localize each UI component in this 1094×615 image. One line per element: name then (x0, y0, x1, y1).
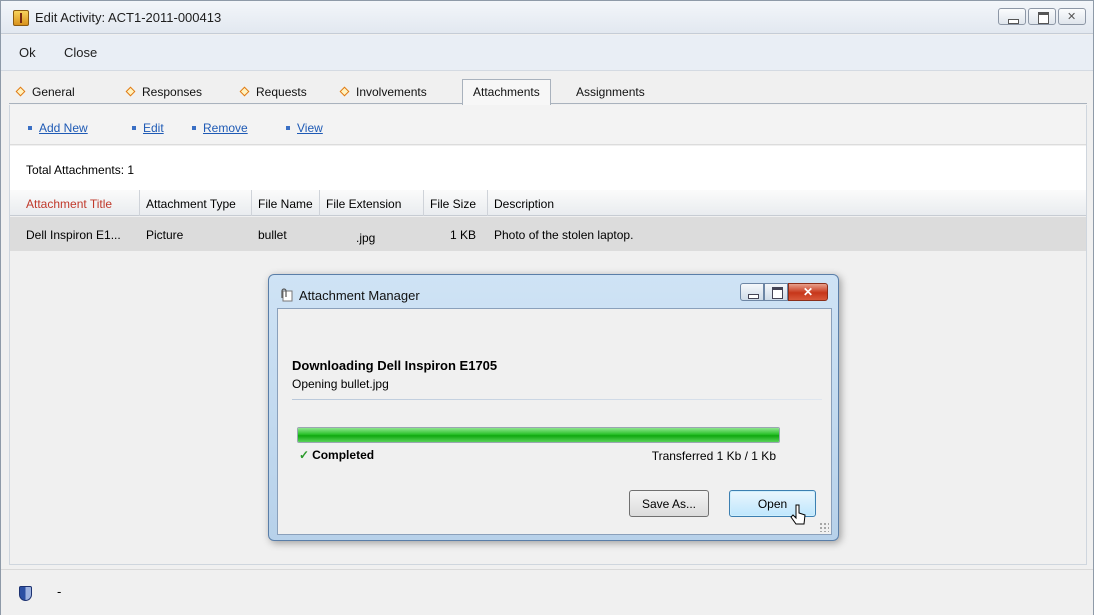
checkmark-icon: ✓ (299, 448, 310, 462)
tab-general[interactable]: General (15, 81, 75, 104)
tab-label: General (32, 85, 75, 99)
remove-link[interactable]: Remove (192, 121, 248, 135)
column-header-file-size[interactable]: File Size (424, 190, 488, 216)
summary-bar: Total Attachments: 1 (10, 146, 1086, 190)
tab-involvements[interactable]: Involvements (339, 81, 427, 104)
save-as-button[interactable]: Save As... (629, 490, 709, 517)
dialog-title: Attachment Manager (299, 288, 420, 303)
progress-fill (298, 428, 779, 442)
status-bar: - (1, 569, 1093, 615)
view-link[interactable]: View (286, 121, 323, 135)
table-row[interactable]: Dell Inspiron E1... Picture bullet .jpg … (10, 217, 1086, 251)
maximize-icon[interactable] (1028, 8, 1056, 25)
maximize-icon[interactable] (764, 283, 788, 301)
tab-requests[interactable]: Requests (239, 81, 307, 104)
tab-label: Attachments (473, 85, 540, 99)
edit-link[interactable]: Edit (132, 121, 164, 135)
tab-attachments[interactable]: Attachments (462, 79, 551, 105)
cell-attachment-type: Picture (146, 228, 184, 242)
column-header-description[interactable]: Description (488, 190, 1088, 216)
transfer-status: Transferred 1 Kb / 1 Kb (651, 449, 776, 463)
diamond-icon (15, 86, 26, 97)
tab-label: Assignments (576, 85, 645, 99)
dialog-body: Downloading Dell Inspiron E1705 Opening … (277, 308, 832, 535)
cell-attachment-title: Dell Inspiron E1... (26, 228, 121, 242)
shield-icon (19, 586, 32, 601)
tab-label: Requests (256, 85, 307, 99)
column-header-file-name[interactable]: File Name (252, 190, 320, 216)
cell-description: Photo of the stolen laptop. (494, 228, 634, 242)
tab-assignments[interactable]: Assignments (576, 81, 645, 104)
ok-button[interactable]: Ok (19, 45, 36, 60)
cell-file-size: 1 KB (450, 228, 477, 242)
close-icon[interactable] (788, 283, 828, 301)
close-icon[interactable] (1058, 8, 1086, 25)
download-subtext: Opening bullet.jpg (292, 377, 389, 391)
diamond-icon (339, 86, 350, 97)
title-bar[interactable]: Edit Activity: ACT1-2011-000413 (1, 1, 1093, 34)
status-text: - (57, 584, 62, 599)
minimize-icon[interactable] (998, 8, 1026, 25)
table-header: Attachment Title Attachment Type File Na… (10, 190, 1086, 216)
column-header-attachment-title[interactable]: Attachment Title (10, 190, 140, 216)
completed-label: Completed (312, 448, 375, 462)
cell-file-extension: .jpg (356, 231, 376, 245)
cell-file-name: bullet (258, 228, 287, 242)
close-button[interactable]: Close (64, 45, 97, 60)
tab-label: Involvements (356, 85, 427, 99)
action-bar: Add New Edit Remove View (10, 105, 1086, 145)
app-icon (13, 10, 29, 26)
attachment-manager-dialog: Attachment Manager Downloading Dell Insp… (268, 274, 839, 541)
resize-grip[interactable] (819, 522, 829, 532)
progress-bar (297, 427, 780, 443)
paperclip-icon (281, 288, 293, 302)
diamond-icon (125, 86, 136, 97)
add-new-link[interactable]: Add New (28, 121, 88, 135)
completed-status: ✓ Completed (299, 448, 374, 462)
tab-strip: General Responses Requests Involvements … (9, 79, 1087, 105)
column-header-file-extension[interactable]: File Extension (320, 190, 424, 216)
tab-label: Responses (142, 85, 203, 99)
total-attachments-label: Total Attachments: 1 (26, 163, 135, 177)
menu-bar: Ok Close (1, 35, 1093, 71)
diamond-icon (239, 86, 250, 97)
separator (292, 399, 822, 400)
minimize-icon[interactable] (740, 283, 764, 301)
window-title: Edit Activity: ACT1-2011-000413 (35, 10, 222, 25)
mouse-pointer-icon (790, 504, 806, 525)
download-heading: Downloading Dell Inspiron E1705 (292, 358, 498, 373)
tab-responses[interactable]: Responses (125, 81, 203, 104)
column-header-attachment-type[interactable]: Attachment Type (140, 190, 252, 216)
